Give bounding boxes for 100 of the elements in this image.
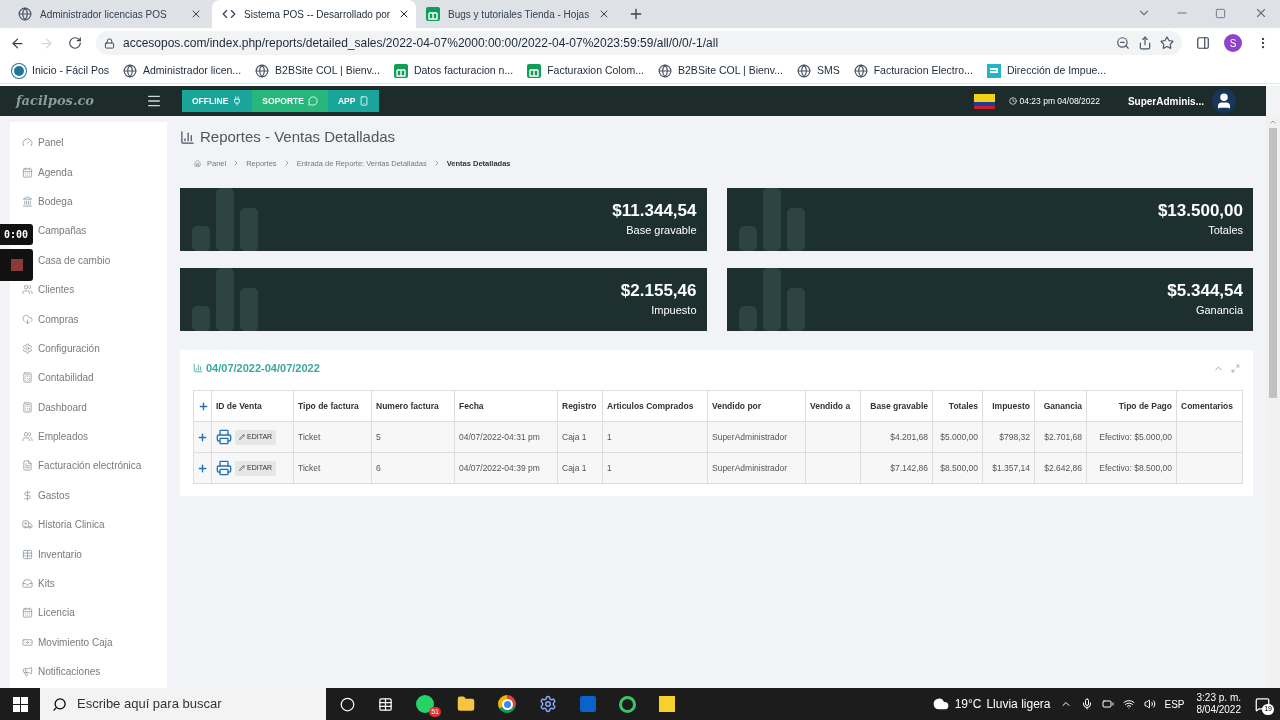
table-cell: Efectivo: $5.000,00 — [1099, 431, 1172, 442]
bookmark[interactable]: Dirección de Impue... — [986, 62, 1107, 79]
sidebar-item[interactable]: Empleados — [38, 429, 89, 445]
gauge-icon — [22, 137, 33, 149]
bookmark[interactable]: Datos facturacion n... — [393, 62, 514, 79]
globe-icon — [853, 63, 868, 78]
bar-chart-drawing — [192, 187, 260, 251]
spreadsheet-icon — [527, 63, 542, 78]
task-view-icon[interactable] — [378, 696, 393, 712]
calculator-icon — [22, 372, 33, 384]
column-header: Tipo de Pago — [1118, 400, 1172, 411]
sidebar-item[interactable]: Historia Clinica — [38, 517, 105, 533]
sidebar-item[interactable]: Notificaciones — [38, 664, 101, 680]
globe-icon — [658, 63, 673, 78]
profile-avatar[interactable]: S — [1224, 34, 1242, 52]
maximize-icon[interactable] — [1215, 8, 1226, 19]
bookmark[interactable]: Administrador licen... — [123, 62, 242, 79]
sidebar-item[interactable]: Casa de cambio — [38, 252, 111, 268]
bookmark[interactable]: Inicio - Fácil Pos — [12, 62, 110, 79]
money-icon — [22, 636, 33, 648]
stat-value: $13.500,00 — [1157, 200, 1243, 222]
reload-icon[interactable] — [68, 36, 82, 50]
side-panel-icon[interactable] — [1196, 36, 1210, 50]
scrollbar-thumb[interactable] — [1269, 128, 1277, 398]
sidebar-item[interactable]: Campañas — [38, 223, 87, 239]
app-logo[interactable]: facilpos.co — [16, 91, 146, 111]
table-cell: 04/07/2022-04:31 pm — [459, 431, 540, 442]
sidebar-item[interactable]: Configuración — [38, 340, 100, 356]
menu-icon[interactable] — [146, 93, 162, 109]
bookmark[interactable]: Facturaxion Colom... — [527, 62, 645, 79]
taskbar-clock[interactable]: 3:23 p. m. 8/04/2022 — [1196, 691, 1241, 717]
bookmark[interactable]: B2BSite COL | Bienv... — [255, 62, 380, 79]
page-title: Reportes - Ventas Detalladas — [200, 127, 396, 147]
browser-tab[interactable]: Bugs y tutoriales Tienda - Hojas — [416, 0, 620, 28]
expand-all-icon[interactable] — [198, 400, 209, 412]
close-icon[interactable] — [598, 8, 610, 20]
bank-icon — [22, 195, 33, 207]
sidebar-item[interactable]: Kits — [38, 576, 55, 592]
language-indicator[interactable]: ESP — [1164, 696, 1185, 712]
bookmark[interactable]: B2BSite COL | Bienv... — [658, 62, 783, 79]
microphone-icon[interactable] — [1081, 698, 1094, 710]
table-cell: 1 — [607, 431, 612, 442]
share-icon[interactable] — [1138, 36, 1152, 50]
browser-tab[interactable]: Administrador licencias POS — [8, 0, 212, 28]
pencil-icon — [239, 465, 245, 472]
sidebar-item[interactable]: Contabilidad — [38, 370, 94, 386]
close-icon[interactable] — [190, 8, 202, 20]
browser-tab[interactable]: Sistema POS -- Desarrollado por — [212, 0, 416, 28]
column-header: ID de Venta — [216, 400, 262, 411]
bookmark[interactable]: SMS — [796, 62, 840, 79]
chat-icon — [307, 96, 318, 106]
battery-icon[interactable] — [1102, 698, 1115, 710]
gear-icon[interactable] — [539, 695, 557, 713]
table-cell: Ticket — [298, 462, 321, 473]
sidebar-item[interactable]: Gastos — [38, 487, 70, 503]
stat-label: Totales — [1208, 222, 1243, 238]
bar-chart-drawing — [192, 267, 260, 331]
expand-row-icon[interactable] — [197, 462, 208, 474]
sidebar-item[interactable]: Licencia — [38, 605, 75, 621]
clock-text: 04:23 pm 04/08/2022 — [1019, 94, 1100, 108]
users-icon — [22, 284, 33, 296]
table-cell: $5.000,00 — [940, 431, 978, 442]
bookmark-star-icon[interactable] — [1160, 36, 1174, 50]
sidebar-item[interactable]: Bodega — [38, 193, 73, 209]
sidebar-item[interactable]: Inventario — [38, 546, 82, 562]
zoom-icon[interactable] — [1116, 36, 1130, 50]
globe-icon — [123, 63, 138, 78]
chrome-icon[interactable] — [498, 695, 516, 713]
back-icon[interactable] — [10, 35, 25, 51]
sidebar-item[interactable]: Clientes — [38, 282, 75, 298]
nav-button[interactable]: SOPORTE — [252, 90, 328, 112]
chart-icon — [193, 363, 203, 373]
sidebar-item[interactable]: Agenda — [38, 164, 73, 180]
address-bar[interactable]: accesopos.com/index.php/reports/detailed_sales/2022-04-07%2000:00:00/2022-04-07%2023:59:59/all/0/0/-1/all — [96, 31, 1182, 55]
taskbar-search-field[interactable]: Escribe aquí para buscar — [40, 688, 326, 720]
sidebar-item[interactable]: Movimiento Caja — [38, 634, 113, 650]
table-cell: 04/07/2022-04:39 pm — [459, 462, 540, 473]
folder-icon[interactable] — [457, 695, 475, 713]
table-cell: $798,32 — [999, 431, 1030, 442]
stop-recording-button[interactable] — [0, 249, 33, 281]
new-tab-icon[interactable] — [628, 6, 644, 22]
sidebar-item[interactable]: Facturación electrónica — [38, 458, 142, 474]
table-cell: Caja 1 — [562, 431, 587, 442]
nav-button[interactable]: OFFLINE — [182, 90, 253, 112]
print-icon[interactable] — [216, 429, 232, 446]
sidebar-item[interactable]: Dashboard — [38, 399, 87, 415]
cloud-icon — [22, 313, 33, 325]
user-avatar[interactable] — [1212, 89, 1236, 113]
print-icon[interactable] — [216, 460, 232, 477]
sidebar-item[interactable]: Compras — [38, 311, 79, 327]
globe-icon — [796, 63, 811, 78]
user-name[interactable]: SuperAdminis... — [1127, 93, 1204, 109]
sidebar-item[interactable]: Panel — [38, 135, 64, 151]
bookmark[interactable]: Facturacion Electro... — [853, 62, 973, 79]
expand-row-icon[interactable] — [197, 431, 208, 443]
volume-icon[interactable] — [1144, 698, 1157, 710]
wifi-icon[interactable] — [1123, 698, 1136, 710]
nav-button[interactable]: APP — [327, 90, 380, 112]
calculator-icon — [22, 401, 33, 413]
table-cell: $2.701,68 — [1044, 431, 1082, 442]
